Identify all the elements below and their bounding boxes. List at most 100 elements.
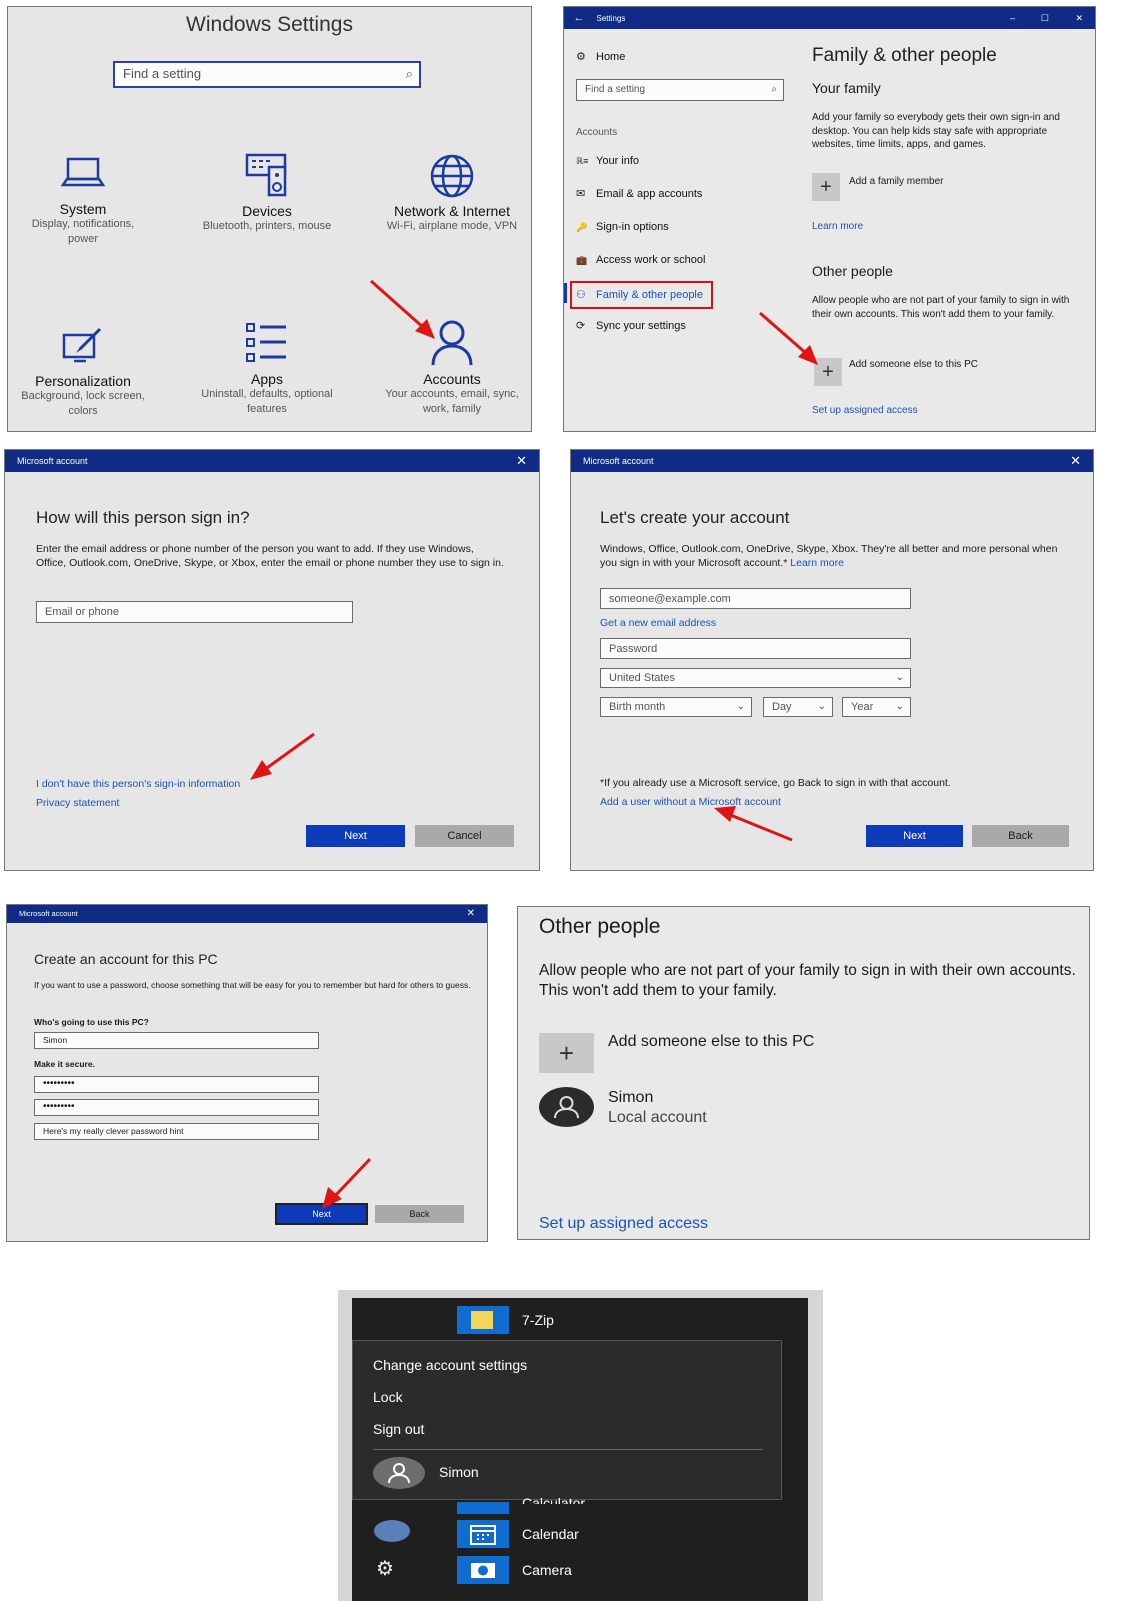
search-input[interactable]: Find a setting ⌕ bbox=[576, 79, 784, 101]
avatar[interactable] bbox=[539, 1087, 594, 1127]
menu-item-sign-out[interactable]: Sign out bbox=[373, 1421, 424, 1437]
tile-apps[interactable]: Apps Uninstall, defaults, optional featu… bbox=[193, 321, 341, 417]
key-icon: 🔑 bbox=[576, 222, 588, 232]
no-sign-in-info-link[interactable]: I don't have this person's sign-in infor… bbox=[36, 778, 240, 790]
year-select[interactable]: Year ⌄ bbox=[842, 697, 911, 717]
app-label[interactable]: Calculator bbox=[522, 1492, 585, 1504]
add-someone-button[interactable]: Add someone else to this PC bbox=[849, 359, 978, 370]
search-input[interactable]: Find a setting ⌕ bbox=[113, 61, 421, 88]
birth-month-select[interactable]: Birth month ⌄ bbox=[600, 697, 752, 717]
search-placeholder: Find a setting bbox=[123, 66, 202, 81]
assigned-access-link[interactable]: Set up assigned access bbox=[539, 1215, 708, 1233]
nav-sync-settings[interactable]: ⟳ Sync your settings bbox=[576, 316, 686, 336]
nav-family-other-people[interactable]: ⚇ Family & other people bbox=[570, 281, 713, 309]
add-someone-plus-icon[interactable]: + bbox=[539, 1033, 594, 1073]
search-icon: ⌕ bbox=[771, 84, 777, 95]
nav-your-info[interactable]: ℝ≡ Your info bbox=[576, 151, 639, 171]
tile-system[interactable]: System Display, notifications, power bbox=[18, 153, 148, 247]
next-button[interactable]: Next bbox=[306, 825, 405, 847]
app-label[interactable]: Calendar bbox=[522, 1526, 579, 1542]
app-label[interactable]: 7-Zip bbox=[522, 1312, 554, 1328]
nav-label: Your info bbox=[596, 155, 640, 167]
add-family-plus-icon[interactable]: + bbox=[812, 173, 840, 201]
keyboard-speaker-icon bbox=[245, 153, 287, 197]
window-title: Settings bbox=[596, 14, 626, 23]
ms-account-create-dialog: Microsoft account ✕ Let's create your acc… bbox=[570, 449, 1094, 871]
menu-item-lock[interactable]: Lock bbox=[373, 1389, 403, 1405]
title-bar: ← Settings – ☐ ✕ bbox=[564, 7, 1095, 29]
nav-email-accounts[interactable]: ✉ Email & app accounts bbox=[576, 184, 702, 204]
field-value: ••••••••• bbox=[43, 1078, 75, 1089]
tile-subtitle: Wi-Fi, airplane mode, VPN bbox=[386, 220, 518, 232]
password-field[interactable]: ••••••••• bbox=[34, 1076, 319, 1093]
learn-more-link[interactable]: Learn more bbox=[790, 557, 844, 569]
footnote: *If you already use a Microsoft service,… bbox=[600, 777, 951, 789]
new-email-link[interactable]: Get a new email address bbox=[600, 617, 716, 629]
title-bar: Microsoft account ✕ bbox=[7, 905, 487, 923]
close-button[interactable]: ✕ bbox=[1070, 450, 1081, 472]
app-icon bbox=[457, 1306, 509, 1334]
assigned-access-link[interactable]: Set up assigned access bbox=[812, 405, 918, 416]
gear-icon: ⚙ bbox=[576, 51, 586, 63]
email-field[interactable]: someone@example.com bbox=[600, 588, 911, 609]
app-label[interactable]: Camera bbox=[522, 1562, 572, 1578]
globe-icon bbox=[430, 154, 474, 198]
chevron-down-icon: ⌄ bbox=[895, 701, 904, 712]
nav-label: Sign-in options bbox=[596, 221, 669, 233]
nav-home[interactable]: ⚙ Home bbox=[576, 47, 625, 67]
user-picture-icon[interactable] bbox=[374, 1520, 410, 1542]
cancel-button[interactable]: Cancel bbox=[415, 825, 514, 847]
back-button[interactable]: Back bbox=[375, 1205, 464, 1223]
search-placeholder: Find a setting bbox=[585, 84, 646, 95]
create-local-account-dialog: Microsoft account ✕ Create an account for… bbox=[6, 904, 488, 1242]
minimize-button[interactable]: – bbox=[1010, 7, 1015, 29]
title-bar: Microsoft account ✕ bbox=[571, 450, 1093, 472]
select-value: Year bbox=[851, 701, 874, 713]
menu-item-change-settings[interactable]: Change account settings bbox=[373, 1357, 527, 1373]
tile-network[interactable]: Network & Internet Wi-Fi, airplane mode,… bbox=[378, 153, 526, 234]
username-field[interactable]: Simon bbox=[34, 1032, 319, 1049]
close-button[interactable]: ✕ bbox=[467, 905, 475, 923]
dialog-description: Enter the email address or phone number … bbox=[36, 543, 504, 569]
field-placeholder: Email or phone bbox=[45, 606, 119, 618]
folder-icon bbox=[471, 1311, 493, 1329]
email-phone-field[interactable]: Email or phone bbox=[36, 601, 353, 623]
who-label: Who's going to use this PC? bbox=[34, 1017, 149, 1027]
tile-title: Devices bbox=[242, 203, 292, 219]
field-value: Here's my really clever password hint bbox=[43, 1126, 184, 1136]
back-arrow-icon[interactable]: ← bbox=[564, 7, 594, 29]
dialog-heading: How will this person sign in? bbox=[36, 508, 250, 527]
day-select[interactable]: Day ⌄ bbox=[763, 697, 833, 717]
password-field[interactable]: Password bbox=[600, 638, 911, 659]
learn-more-link[interactable]: Learn more bbox=[812, 221, 863, 232]
tile-devices[interactable]: Devices Bluetooth, printers, mouse bbox=[193, 153, 341, 234]
nav-label: Access work or school bbox=[596, 254, 706, 266]
maximize-button[interactable]: ☐ bbox=[1041, 7, 1049, 29]
add-family-button[interactable]: Add a family member bbox=[849, 176, 943, 187]
laptop-icon bbox=[61, 157, 105, 187]
nav-label: Family & other people bbox=[596, 289, 703, 301]
id-card-icon: ℝ≡ bbox=[576, 156, 589, 166]
settings-family-panel: ← Settings – ☐ ✕ ⚙ Home Find a setting ⌕ … bbox=[563, 6, 1096, 432]
nav-sign-in-options[interactable]: 🔑 Sign-in options bbox=[576, 217, 669, 237]
password-hint-field[interactable]: Here's my really clever password hint bbox=[34, 1123, 319, 1140]
close-button[interactable]: ✕ bbox=[516, 450, 527, 472]
confirm-password-field[interactable]: ••••••••• bbox=[34, 1099, 319, 1116]
nav-selected-indicator bbox=[564, 283, 567, 303]
start-menu-frame: 7-Zip Change account settings Lock Sign … bbox=[338, 1290, 823, 1601]
country-select[interactable]: United States ⌄ bbox=[600, 668, 911, 688]
back-button[interactable]: Back bbox=[972, 825, 1069, 847]
close-button[interactable]: ✕ bbox=[1075, 7, 1083, 29]
privacy-statement-link[interactable]: Privacy statement bbox=[36, 797, 119, 809]
search-icon: ⌕ bbox=[405, 66, 413, 81]
nav-work-school[interactable]: 💼 Access work or school bbox=[576, 250, 705, 270]
field-placeholder: someone@example.com bbox=[609, 593, 731, 605]
camera-icon bbox=[457, 1556, 509, 1584]
add-someone-button[interactable]: Add someone else to this PC bbox=[608, 1033, 814, 1051]
gear-icon[interactable]: ⚙ bbox=[376, 1556, 394, 1581]
user-name[interactable]: Simon bbox=[439, 1464, 479, 1480]
page-title: Family & other people bbox=[812, 45, 997, 66]
tile-subtitle: Background, lock screen, colors bbox=[21, 390, 145, 417]
tile-personalization[interactable]: Personalization Background, lock screen,… bbox=[13, 325, 153, 419]
next-button[interactable]: Next bbox=[866, 825, 963, 847]
